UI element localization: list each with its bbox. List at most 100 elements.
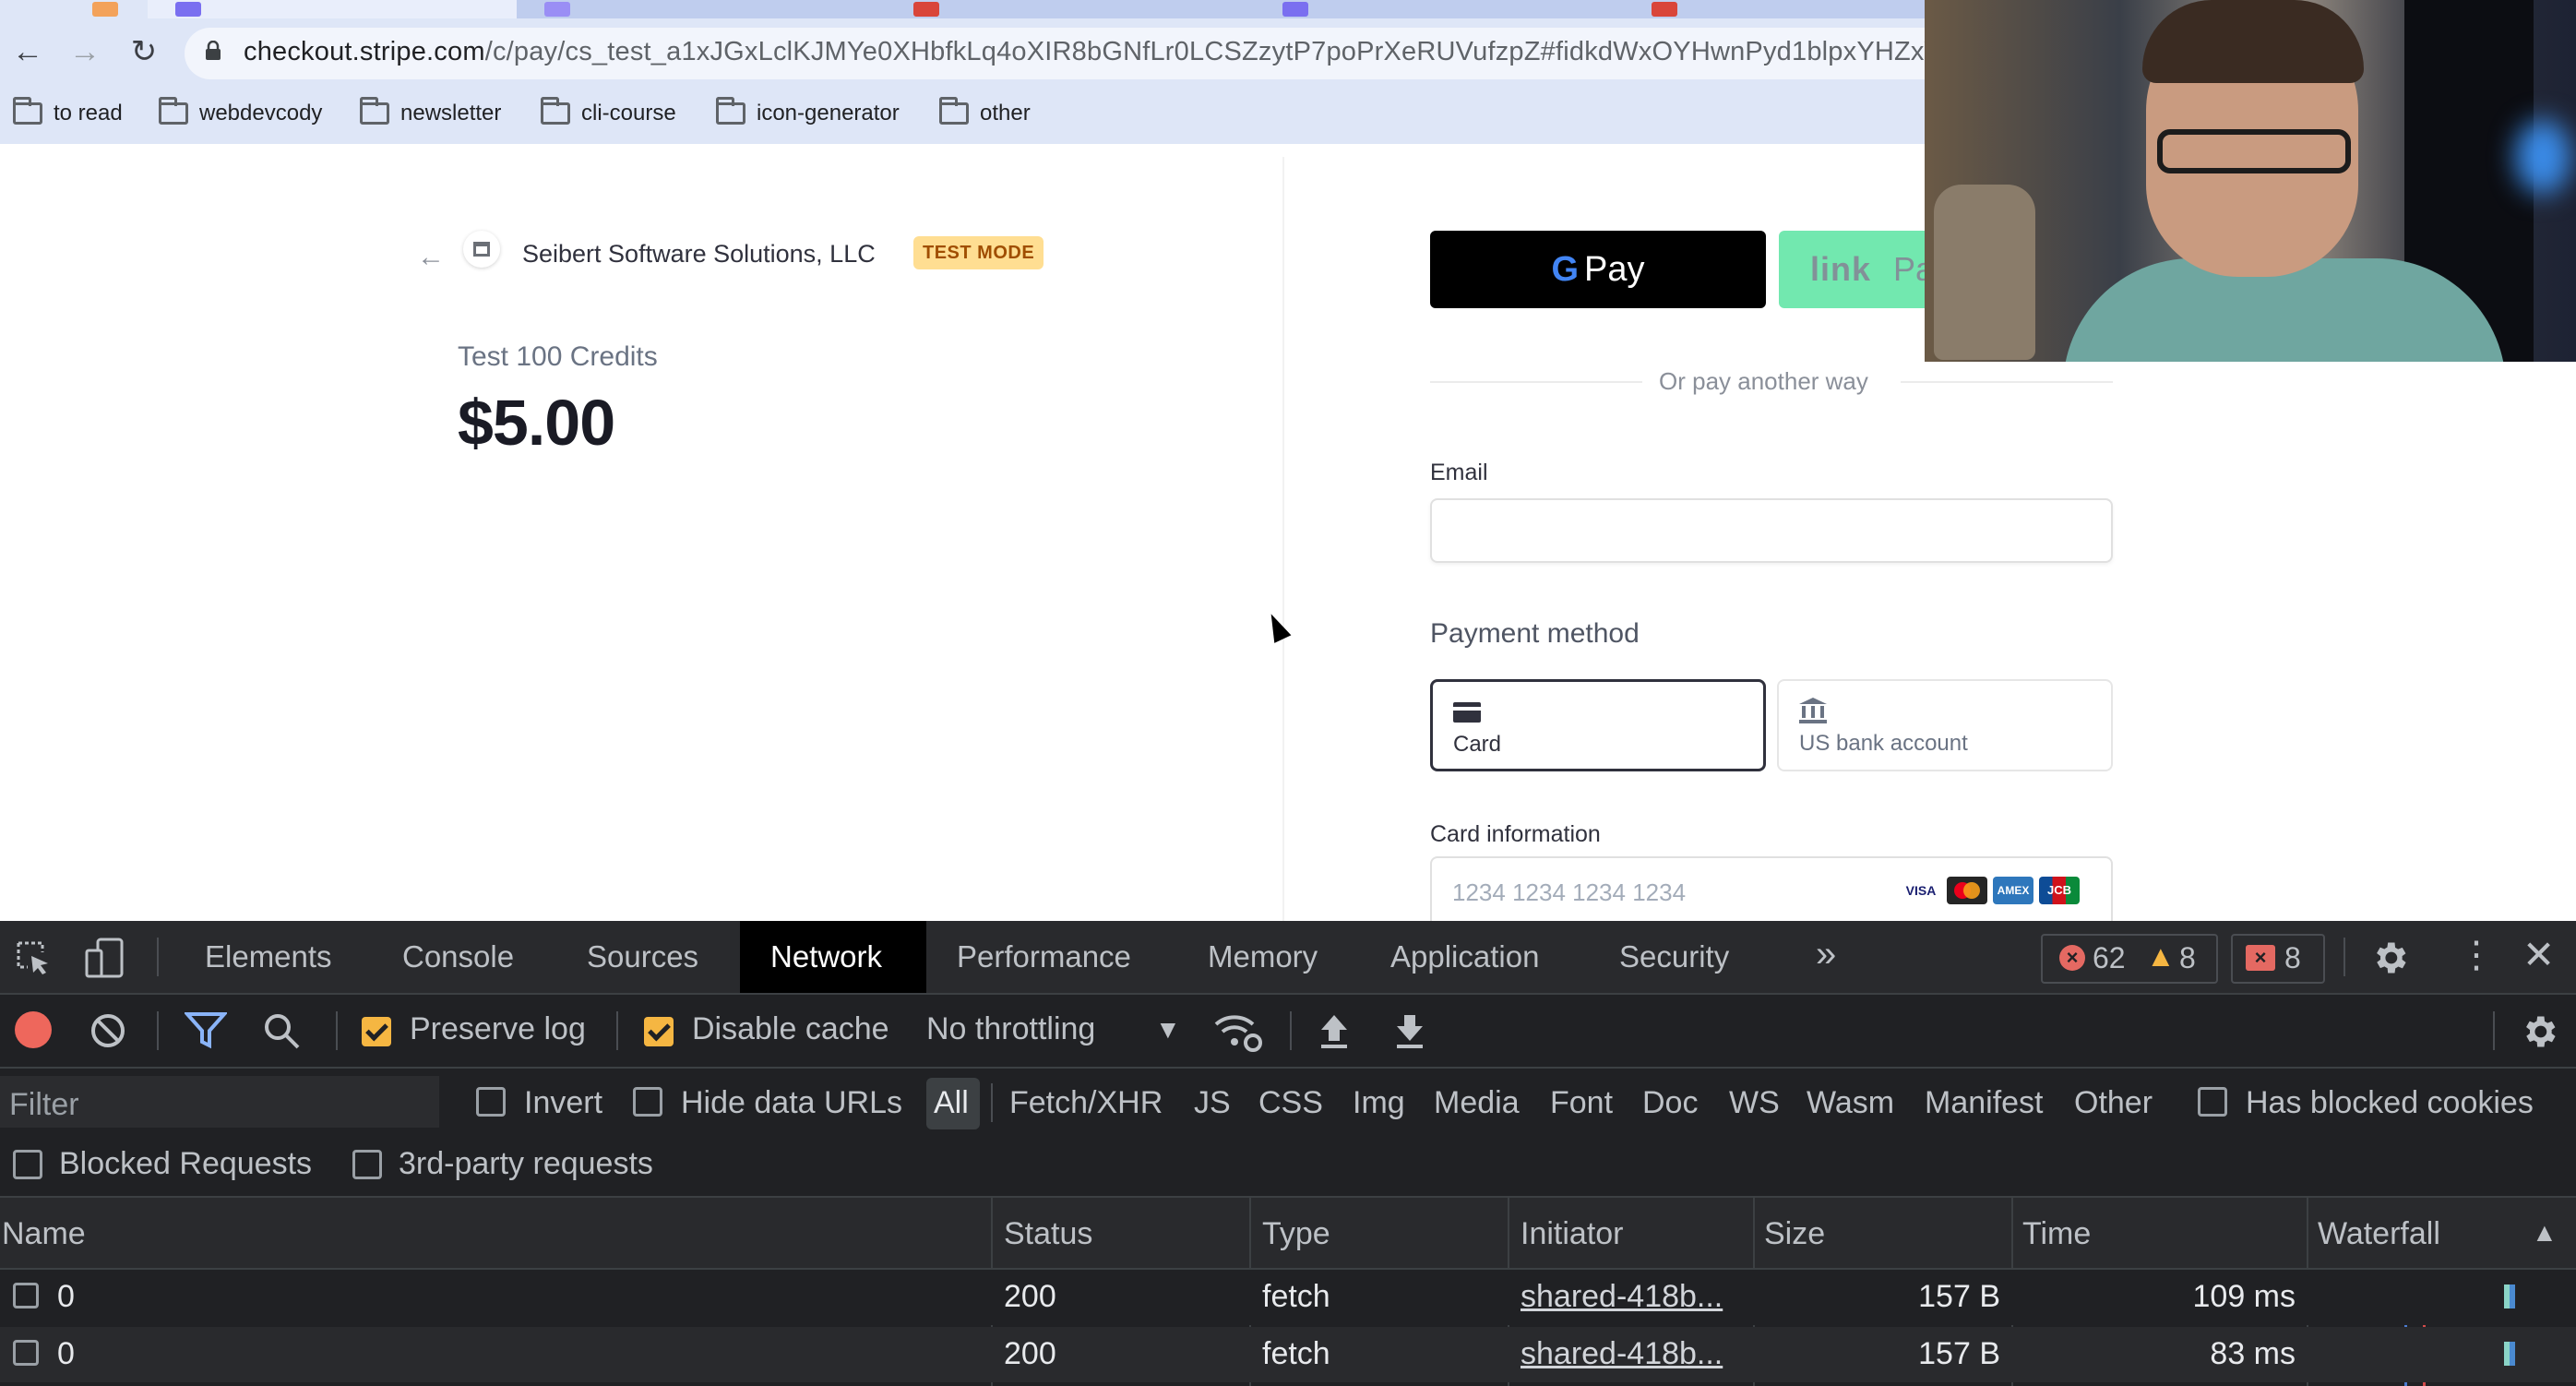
record-icon[interactable] xyxy=(15,1011,52,1048)
filter-type-media[interactable]: Media xyxy=(1434,1085,1520,1121)
upload-icon[interactable] xyxy=(1318,1011,1351,1050)
table-row[interactable]: 0 200 fetch shared-418b... 157 B 83 ms xyxy=(0,1327,2576,1382)
filter-type-ws[interactable]: WS xyxy=(1729,1085,1780,1121)
bookmark-to-read[interactable]: to read xyxy=(13,97,123,129)
row-checkbox[interactable] xyxy=(13,1283,39,1308)
sort-ascending-icon[interactable]: ▲ xyxy=(2532,1218,2558,1248)
filter-type-css[interactable]: CSS xyxy=(1258,1085,1323,1121)
filter-type-all[interactable]: All xyxy=(934,1085,969,1121)
filter-type-font[interactable]: Font xyxy=(1550,1085,1613,1121)
bookmark-newsletter[interactable]: newsletter xyxy=(360,97,501,129)
browser-tab[interactable] xyxy=(517,0,888,18)
bookmark-icon-generator[interactable]: icon-generator xyxy=(716,97,900,129)
bookmark-cli-course[interactable]: cli-course xyxy=(541,97,676,129)
tab-sources[interactable]: Sources xyxy=(587,939,698,974)
tab-application[interactable]: Application xyxy=(1390,939,1539,974)
reload-icon[interactable]: ↻ xyxy=(125,33,162,70)
tab-network[interactable]: Network xyxy=(770,939,882,974)
search-icon[interactable] xyxy=(262,1011,301,1050)
column-header-size[interactable]: Size xyxy=(1764,1216,1825,1252)
issues-count[interactable]: × 8 xyxy=(2231,934,2325,984)
more-options-icon[interactable]: ⋮ xyxy=(2458,934,2495,976)
table-row[interactable]: 0 200 fetch shared-418b... 157 B 109 ms xyxy=(0,1270,2576,1325)
throttling-select[interactable]: No throttling xyxy=(926,1011,1095,1047)
link-pay-button[interactable]: link Pa xyxy=(1779,231,1936,308)
column-header-waterfall[interactable]: Waterfall xyxy=(2318,1216,2440,1252)
browser-tab[interactable] xyxy=(0,0,149,18)
more-tabs-button[interactable]: » xyxy=(1816,934,1836,975)
browser-tab[interactable] xyxy=(1624,0,1926,18)
clear-icon[interactable] xyxy=(89,1011,127,1050)
tab-console[interactable]: Console xyxy=(402,939,514,974)
invert-checkbox[interactable] xyxy=(476,1087,506,1117)
error-icon: × xyxy=(2059,945,2085,971)
filter-type-fetch-xhr[interactable]: Fetch/XHR xyxy=(1009,1085,1163,1121)
browser-tab-active[interactable] xyxy=(148,0,519,18)
tab-memory[interactable]: Memory xyxy=(1208,939,1318,974)
filter-type-doc[interactable]: Doc xyxy=(1642,1085,1698,1121)
email-input[interactable] xyxy=(1430,498,2113,563)
issues-icon: × xyxy=(2246,945,2275,971)
address-bar[interactable]: checkout.stripe.com/c/pay/cs_test_a1xJGx… xyxy=(185,28,1956,79)
payment-method-card[interactable]: Card xyxy=(1430,679,1766,771)
google-pay-button[interactable]: G Pay xyxy=(1430,231,1766,308)
device-toolbar-icon[interactable] xyxy=(85,938,125,978)
hide-data-urls-checkbox[interactable] xyxy=(633,1087,662,1117)
cell-initiator[interactable]: shared-418b... xyxy=(1521,1279,1723,1315)
column-header-type[interactable]: Type xyxy=(1262,1216,1330,1252)
network-conditions-icon[interactable] xyxy=(1212,1011,1262,1052)
column-header-initiator[interactable]: Initiator xyxy=(1521,1216,1624,1252)
cell-type: fetch xyxy=(1262,1279,1330,1314)
back-arrow-icon[interactable]: ← xyxy=(9,33,46,70)
disable-cache-checkbox[interactable] xyxy=(644,1017,674,1046)
credit-card-icon xyxy=(1453,702,1481,723)
tab-favicon-icon xyxy=(175,2,201,17)
inspect-element-icon[interactable] xyxy=(15,939,52,976)
bookmark-webdevcody[interactable]: webdevcody xyxy=(159,97,322,129)
third-party-requests-checkbox[interactable] xyxy=(352,1150,382,1179)
download-icon[interactable] xyxy=(1393,1011,1426,1050)
bookmark-label: to read xyxy=(54,101,123,125)
cell-status: 200 xyxy=(1004,1279,1056,1314)
tab-security[interactable]: Security xyxy=(1619,939,1729,974)
separator xyxy=(2343,938,2345,976)
column-header-name[interactable]: Name xyxy=(2,1216,86,1252)
tab-elements[interactable]: Elements xyxy=(205,939,332,974)
has-blocked-cookies-checkbox[interactable] xyxy=(2198,1087,2227,1117)
folder-icon xyxy=(159,97,188,125)
filter-input[interactable]: Filter xyxy=(0,1076,439,1128)
browser-tab[interactable] xyxy=(1255,0,1626,18)
separator xyxy=(336,1011,338,1050)
card-number-input[interactable]: 1234 1234 1234 1234 VISA AMEX JCB xyxy=(1430,856,2113,923)
forward-arrow-icon[interactable]: → xyxy=(66,33,103,70)
browser-tab[interactable] xyxy=(886,0,1257,18)
filter-type-wasm[interactable]: Wasm xyxy=(1807,1085,1894,1121)
tab-performance[interactable]: Performance xyxy=(957,939,1131,974)
settings-gear-icon[interactable] xyxy=(2369,938,2410,978)
payment-method-bank[interactable]: US bank account xyxy=(1777,679,2113,771)
row-checkbox[interactable] xyxy=(13,1340,39,1366)
payment-method-label-card: Card xyxy=(1453,732,1502,757)
column-header-time[interactable]: Time xyxy=(2022,1216,2091,1252)
cell-initiator[interactable]: shared-418b... xyxy=(1521,1336,1723,1372)
filter-type-img[interactable]: Img xyxy=(1353,1085,1405,1121)
console-counts[interactable]: × 62 ▲ 8 xyxy=(2041,934,2218,984)
back-arrow-icon[interactable]: ← xyxy=(417,242,445,273)
filter-icon[interactable] xyxy=(185,1011,227,1050)
third-party-requests-label: 3rd-party requests xyxy=(399,1146,653,1181)
filter-type-other[interactable]: Other xyxy=(2074,1085,2153,1121)
preserve-log-checkbox[interactable] xyxy=(362,1017,391,1046)
chevron-down-icon[interactable]: ▼ xyxy=(1155,1015,1181,1045)
preserve-log-label: Preserve log xyxy=(410,1011,586,1046)
close-icon[interactable]: ✕ xyxy=(2522,932,2555,977)
column-header-status[interactable]: Status xyxy=(1004,1216,1092,1252)
business-icon xyxy=(463,231,500,268)
divider-line xyxy=(1901,381,2113,383)
network-settings-gear-icon[interactable] xyxy=(2519,1011,2559,1052)
column-divider xyxy=(1282,157,1284,923)
bookmark-other[interactable]: other xyxy=(939,97,1031,129)
filter-type-js[interactable]: JS xyxy=(1194,1085,1231,1121)
folder-icon xyxy=(541,97,570,125)
blocked-requests-checkbox[interactable] xyxy=(13,1150,42,1179)
filter-type-manifest[interactable]: Manifest xyxy=(1925,1085,2044,1121)
